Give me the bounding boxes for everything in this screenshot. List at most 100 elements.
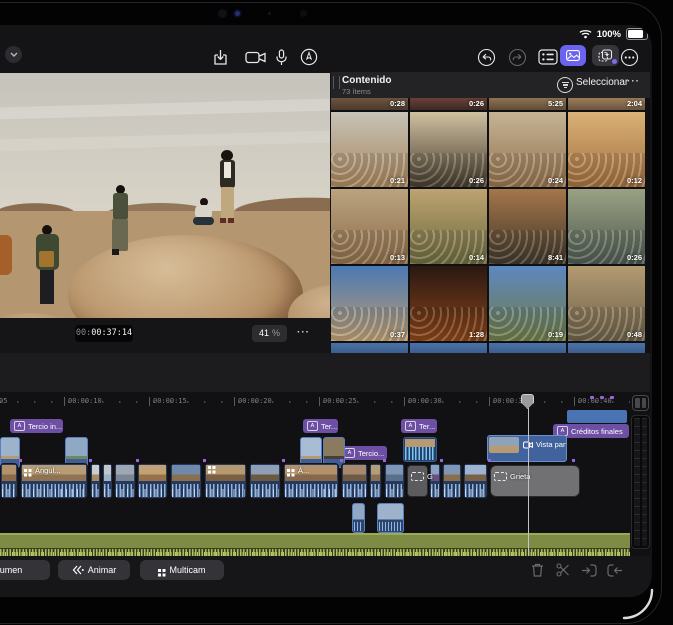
person-far-left xyxy=(0,235,12,283)
playhead-handle[interactable] xyxy=(521,394,534,409)
storyline-clip[interactable] xyxy=(90,463,101,499)
mini-waveform xyxy=(354,522,363,531)
storyline-clip[interactable] xyxy=(341,463,368,499)
ruler-label: 00:00:20 xyxy=(234,397,272,406)
photo-icon xyxy=(566,50,580,61)
media-thumbnail[interactable] xyxy=(331,343,408,353)
more-toolbar-button[interactable] xyxy=(620,46,639,68)
storyline-clip[interactable] xyxy=(369,463,382,499)
title-clip[interactable]: A Tercio in... xyxy=(10,419,63,433)
media-thumbnail[interactable]: 0:26 xyxy=(568,189,645,264)
connected-clip-below[interactable] xyxy=(377,503,404,533)
audio-track[interactable] xyxy=(0,533,630,556)
media-thumbnail[interactable]: 0:12 xyxy=(568,112,645,187)
clip-label-row: Grieta xyxy=(494,472,530,481)
ruler-marker xyxy=(600,396,604,399)
clip-duration: 0:37 xyxy=(389,330,405,339)
edit-marker xyxy=(572,459,575,462)
media-thumbnail[interactable] xyxy=(410,343,487,353)
storyline-clip[interactable] xyxy=(384,463,405,499)
media-thumbnail[interactable] xyxy=(568,343,645,353)
storyline-clip[interactable] xyxy=(170,463,202,499)
connected-audio-clip[interactable] xyxy=(403,437,437,462)
animate-icon xyxy=(72,565,84,575)
timeline[interactable]: 05 00:00:10 00:00:15 00:00:20 00:00:25 00:00:… xyxy=(0,392,650,556)
collapse-chevron-button[interactable] xyxy=(5,46,22,63)
filter-icon[interactable] xyxy=(557,77,573,93)
viewer-more-button[interactable]: ··· xyxy=(297,327,310,338)
audio-meters xyxy=(631,415,650,549)
connected-bar-clip[interactable] xyxy=(567,410,627,423)
multicam-button[interactable]: Multicam xyxy=(140,560,224,580)
playhead-line[interactable] xyxy=(527,394,529,556)
redo-button[interactable] xyxy=(508,46,527,68)
media-thumbnail[interactable]: 2:04 xyxy=(568,98,645,110)
media-thumbnail[interactable]: 0:19 xyxy=(489,266,566,341)
media-thumbnail[interactable]: 0:26 xyxy=(410,98,487,110)
inspector-button[interactable] xyxy=(538,46,558,68)
connected-clip-below[interactable] xyxy=(352,503,365,533)
insert-clip-button[interactable] xyxy=(581,562,597,578)
media-thumbnail[interactable]: 8:41 xyxy=(489,189,566,264)
media-thumbnail[interactable]: 0:26 xyxy=(410,112,487,187)
storyline-clip[interactable] xyxy=(442,463,462,499)
clip-thumb-strip xyxy=(251,465,279,481)
ruler-marker xyxy=(590,396,594,399)
media-thumbnail[interactable]: 0:14 xyxy=(410,189,487,264)
storyline-clip[interactable] xyxy=(429,463,441,499)
audio-meter-icon[interactable] xyxy=(632,395,649,411)
media-browser-button[interactable] xyxy=(560,45,586,66)
media-thumbnail[interactable]: 0:28 xyxy=(331,98,408,110)
media-thumbnail[interactable]: 0:21 xyxy=(331,112,408,187)
timecode-display[interactable]: 00: 00:37:14 xyxy=(75,324,133,342)
timecode-hours: 00: xyxy=(75,328,92,338)
media-thumbnail[interactable]: 1:28 xyxy=(410,266,487,341)
clip-duration: 0:21 xyxy=(389,176,405,185)
storyline-clip-selected[interactable]: Grieta xyxy=(490,465,580,497)
front-camera xyxy=(218,9,227,18)
sensor-dot xyxy=(268,12,271,15)
clip-duration: 0:19 xyxy=(547,330,563,339)
audio-waveform-tall xyxy=(371,489,380,497)
animar-button[interactable]: Animar xyxy=(58,560,130,580)
lumen-button[interactable]: lumen xyxy=(0,560,50,580)
storyline-clip[interactable] xyxy=(204,463,247,499)
media-thumbnail[interactable] xyxy=(489,343,566,353)
content-more-button[interactable]: ··· xyxy=(627,76,640,87)
storyline-clip[interactable] xyxy=(463,463,488,499)
clip-label-row: G xyxy=(411,472,433,481)
undo-button[interactable] xyxy=(477,46,496,68)
split-button[interactable] xyxy=(555,562,571,578)
delete-button[interactable] xyxy=(529,562,545,578)
storyline-clip[interactable]: Á... xyxy=(283,463,339,499)
title-clip[interactable]: A Ter... xyxy=(401,419,437,433)
zoom-level-button[interactable]: 41 % xyxy=(252,324,287,342)
clip-duration: 5:25 xyxy=(547,99,563,108)
clip-label: Á... xyxy=(298,466,310,475)
pencil-circle-icon xyxy=(300,48,318,66)
storyline-clip[interactable] xyxy=(137,463,168,499)
storyline-clip[interactable] xyxy=(249,463,281,499)
media-thumbnail[interactable]: 0:13 xyxy=(331,189,408,264)
title-clip[interactable]: A Tercio... xyxy=(340,446,387,460)
multicam-icon xyxy=(24,469,27,472)
media-thumbnail[interactable]: 0:48 xyxy=(568,266,645,341)
export-button[interactable] xyxy=(213,46,228,68)
export-icon xyxy=(214,49,227,65)
select-button[interactable]: Seleccionar xyxy=(576,77,628,88)
microphone-button[interactable] xyxy=(276,46,287,68)
panel-drag-handle[interactable] xyxy=(333,76,340,89)
effects-button[interactable] xyxy=(592,45,619,66)
storyline-clip[interactable] xyxy=(0,463,18,499)
pencil-tools-button[interactable] xyxy=(300,46,318,68)
camera-button[interactable] xyxy=(245,46,267,68)
storyline-clip[interactable] xyxy=(114,463,136,499)
storyline-gray-clip[interactable]: G xyxy=(407,465,433,497)
storyline-clip[interactable] xyxy=(102,463,113,499)
storyline-clip[interactable]: Ángul... xyxy=(20,463,88,499)
media-thumbnail[interactable]: 5:25 xyxy=(489,98,566,110)
battery-percent: 100% xyxy=(596,28,621,40)
title-clip[interactable]: A Ter... xyxy=(303,419,338,433)
media-thumbnail[interactable]: 0:37 xyxy=(331,266,408,341)
media-thumbnail[interactable]: 0:24 xyxy=(489,112,566,187)
